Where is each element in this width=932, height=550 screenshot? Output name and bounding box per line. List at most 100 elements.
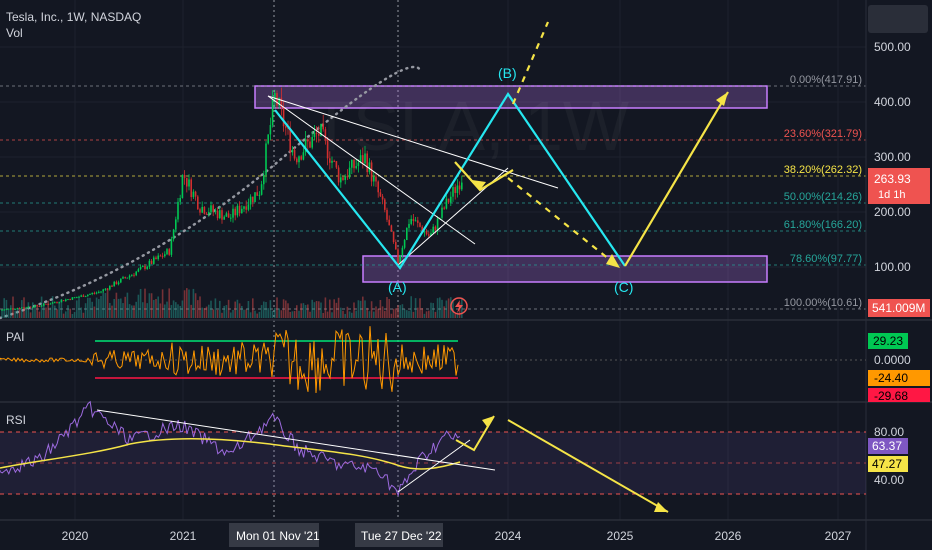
candle-body <box>106 288 109 290</box>
wave-label-b: (B) <box>498 65 517 81</box>
candle-body <box>441 207 443 218</box>
candle-body <box>177 201 179 220</box>
volume-bar <box>183 290 186 318</box>
volume-bar <box>16 308 19 318</box>
candle-body <box>384 199 386 210</box>
volume-bar <box>69 308 71 318</box>
volume-bar <box>300 303 302 318</box>
volume-bar <box>62 313 65 318</box>
volume-bar <box>274 307 276 318</box>
candle-body <box>403 239 406 248</box>
candle-body <box>254 192 256 203</box>
fib-label: 61.80%(166.20) <box>784 219 862 231</box>
candle-body <box>14 308 16 310</box>
chart-stage[interactable]: TSLA, 1W (A) (B) (C) Tesla, Inc., 1W, NA… <box>0 0 932 550</box>
candle-body <box>267 134 269 144</box>
volume-bar <box>104 293 107 318</box>
candle-body <box>40 305 43 307</box>
volume-bar <box>111 305 113 318</box>
candle-body <box>362 155 364 164</box>
candle-body <box>3 309 5 311</box>
volume-bar <box>247 300 250 318</box>
candle-body <box>419 222 421 227</box>
volume-bar <box>335 302 338 318</box>
volume-bar <box>436 298 439 318</box>
wave-label-c: (C) <box>614 279 633 295</box>
volume-bar <box>403 309 406 318</box>
volume-bar <box>278 308 280 318</box>
volume-bar <box>443 306 445 318</box>
candle-body <box>102 289 104 292</box>
top-right-button[interactable] <box>868 5 928 33</box>
volume-bar <box>454 313 456 318</box>
volume-bar <box>14 310 16 318</box>
volume-bar <box>276 297 278 318</box>
volume-bar <box>373 311 375 318</box>
candle-body <box>117 282 120 285</box>
candle-body <box>199 209 201 213</box>
volume-bar <box>164 304 166 318</box>
candle-body <box>93 292 96 294</box>
candle-body <box>104 288 107 290</box>
volume-bar <box>159 303 162 318</box>
time-tick-label: 2026 <box>715 529 742 543</box>
candle-body <box>342 177 344 180</box>
volume-bar <box>318 301 320 318</box>
candle-body <box>234 208 236 216</box>
candle-body <box>353 159 355 169</box>
candle-body <box>375 176 377 182</box>
candle-body <box>148 260 151 267</box>
candle-body <box>12 308 14 310</box>
volume-bar <box>214 298 217 318</box>
volume-bar <box>179 305 181 318</box>
candle-body <box>113 281 115 287</box>
candle-body <box>461 182 463 190</box>
volume-bar <box>368 311 371 318</box>
volume-bar <box>322 312 324 318</box>
candle-body <box>408 223 410 228</box>
volume-bar <box>212 309 214 318</box>
candle-body <box>355 166 357 169</box>
candle-body <box>311 136 313 148</box>
candle-body <box>186 177 188 187</box>
candle-body <box>313 133 316 137</box>
volume-bar <box>109 302 111 318</box>
volume-bar <box>10 305 12 318</box>
time-tick-label: 2021 <box>170 529 197 543</box>
volume-bar <box>98 299 100 318</box>
volume-bar <box>49 307 52 318</box>
candle-body <box>447 198 450 203</box>
rsi-title: RSI <box>6 413 26 427</box>
volume-bar <box>296 305 298 318</box>
volume-bar <box>126 292 129 318</box>
volume-bar <box>40 296 43 318</box>
candle-body <box>5 309 8 311</box>
candle-body <box>379 192 382 197</box>
volume-bar <box>414 298 417 318</box>
candle-body <box>155 257 157 260</box>
last-price-sub: 1d 1h <box>878 189 906 201</box>
candle-body <box>146 266 148 269</box>
candle-body <box>397 249 399 264</box>
volume-bar <box>417 307 419 318</box>
volume-bar <box>135 301 137 318</box>
candle-body <box>120 278 122 283</box>
candle-body <box>208 212 210 215</box>
candle-body <box>194 191 197 197</box>
volume-bar <box>7 309 10 318</box>
candle-body <box>225 213 228 217</box>
volume-bar <box>287 303 289 318</box>
volume-bar <box>309 311 311 318</box>
volume-bar <box>113 298 115 318</box>
volume-bar <box>331 312 333 318</box>
candle-body <box>159 255 162 257</box>
volume-bar <box>115 292 118 318</box>
time-tick-label: 2027 <box>825 529 852 543</box>
candle-body <box>289 128 291 153</box>
candle-body <box>263 175 265 185</box>
volume-bar <box>359 300 362 318</box>
candle-body <box>201 206 203 213</box>
candle-body <box>144 265 146 269</box>
candle-body <box>122 277 124 279</box>
volume-bar <box>254 310 256 318</box>
